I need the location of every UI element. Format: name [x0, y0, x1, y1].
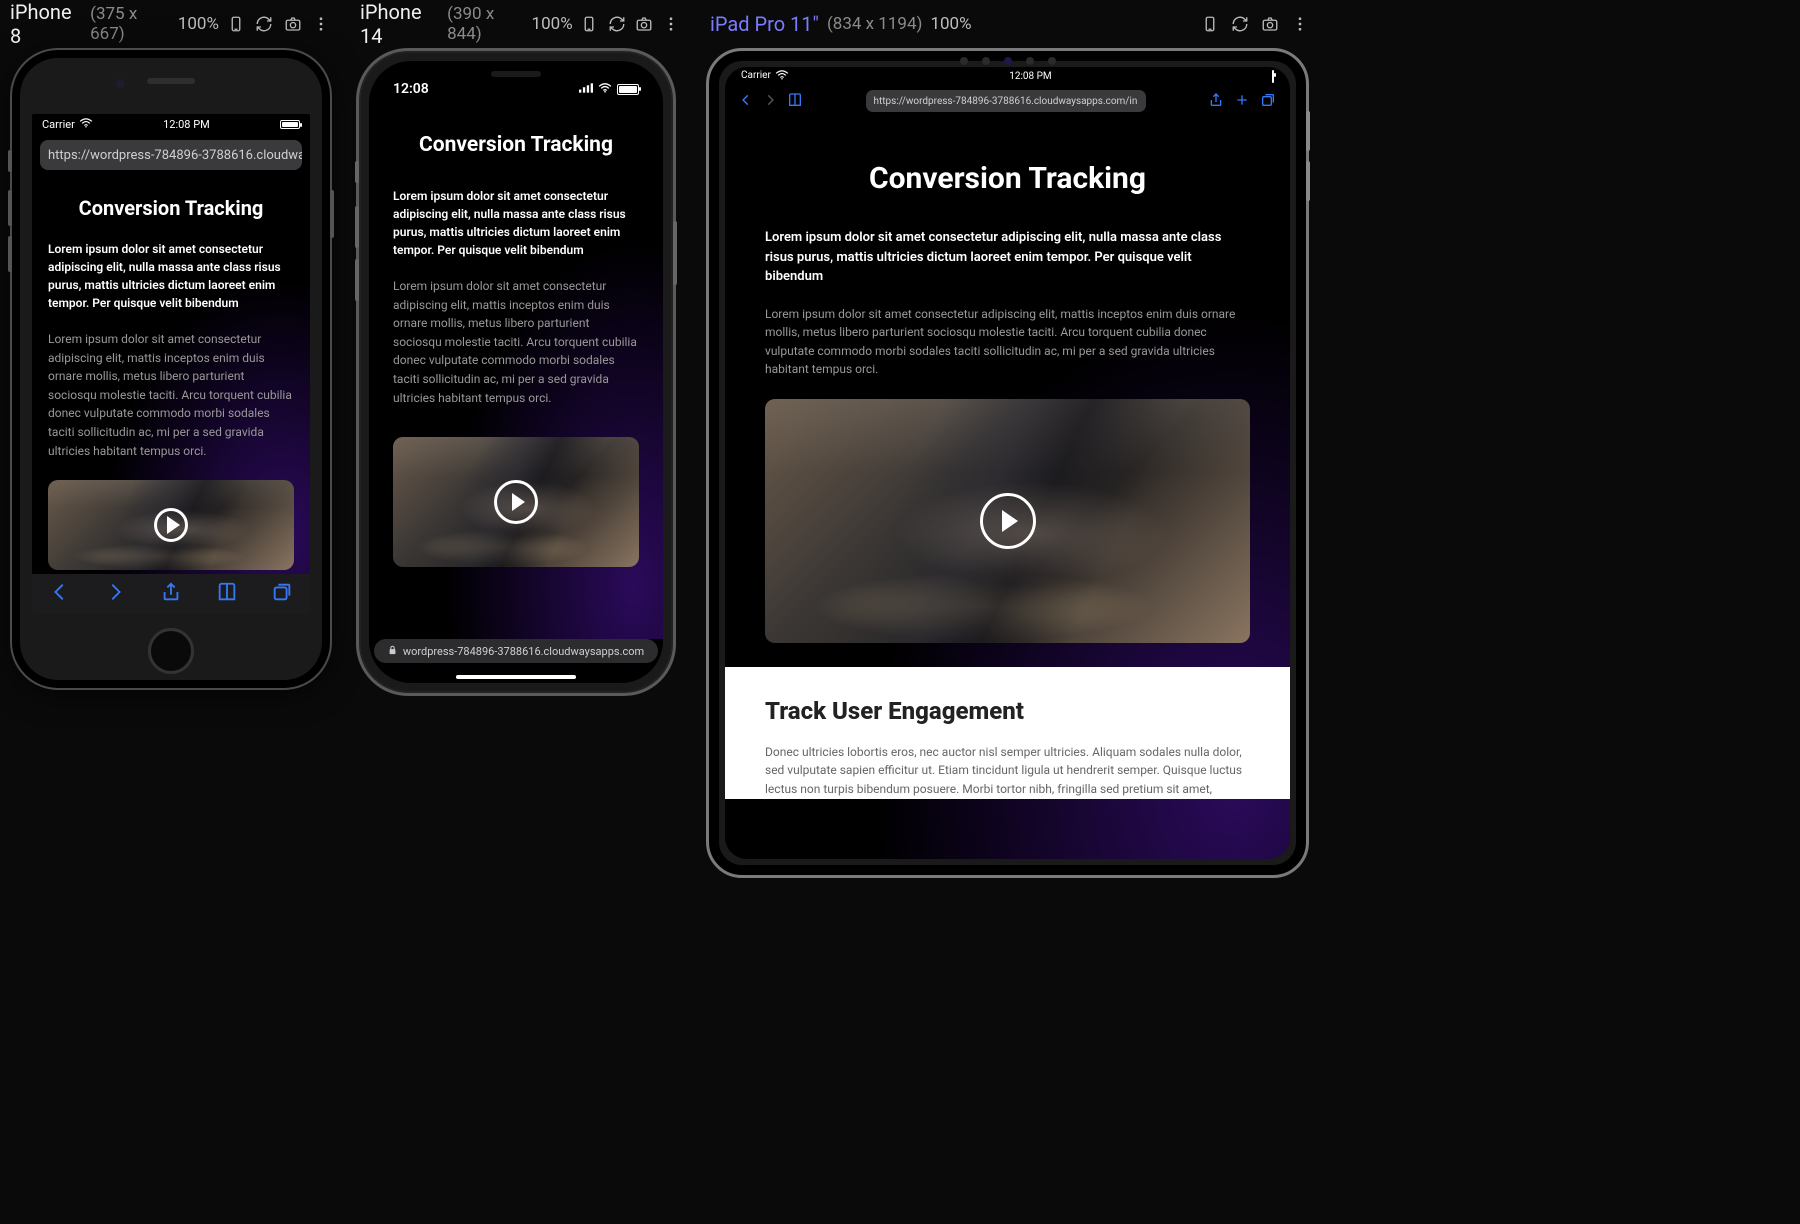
play-icon[interactable]	[980, 493, 1036, 549]
safari-bottom-bar: wordpress-784896-3788616.cloudwaysapps.c…	[369, 639, 663, 683]
share-icon[interactable]	[160, 581, 182, 607]
section-text: Donec ultricies lobortis eros, nec aucto…	[765, 743, 1250, 799]
page-title: Conversion Tracking	[48, 196, 294, 220]
device-zoom: 100%	[178, 14, 219, 34]
home-indicator[interactable]	[456, 675, 576, 679]
notch	[446, 61, 586, 91]
carrier-label: Carrier	[42, 118, 75, 131]
play-icon[interactable]	[154, 508, 188, 542]
iphone8-frame: Carrier 12:08 PM https://wordpress-78489…	[10, 48, 332, 690]
wifi-icon	[79, 118, 93, 131]
page-title: Conversion Tracking	[765, 161, 1250, 196]
body-text: Lorem ipsum dolor sit amet consectetur a…	[393, 277, 639, 407]
device-icon[interactable]	[579, 12, 600, 36]
camera-icon[interactable]	[1258, 12, 1282, 36]
tabs-icon[interactable]	[271, 581, 293, 607]
safari-toolbar	[32, 574, 310, 614]
clock: 12:08 PM	[1009, 71, 1051, 82]
tabs-icon[interactable]	[1260, 92, 1276, 111]
url-text: https://wordpress-784896-3788616.cloudwa…	[48, 148, 302, 163]
clock: 12:08 PM	[163, 118, 210, 131]
new-tab-icon[interactable]	[1234, 92, 1250, 111]
more-icon[interactable]	[1288, 12, 1312, 36]
url-text: https://wordpress-784896-3788616.cloudwa…	[874, 96, 1138, 107]
camera-icon[interactable]	[633, 12, 654, 36]
device-name: iPhone 14	[360, 0, 439, 48]
back-icon[interactable]	[49, 581, 71, 607]
ipad-screen: Carrier 12:08 PM https://wordpress-78489…	[725, 67, 1290, 859]
more-icon[interactable]	[661, 12, 682, 36]
status-bar: Carrier 12:08 PM	[32, 114, 310, 134]
body-text: Lorem ipsum dolor sit amet consectetur a…	[48, 330, 294, 460]
video-card[interactable]	[765, 399, 1250, 643]
forward-icon	[763, 93, 777, 110]
battery-icon	[617, 84, 639, 95]
iphone14-frame: 12:08 Conversion Tracking Lorem ipsum do…	[356, 48, 676, 696]
page-content[interactable]: Conversion Tracking Lorem ipsum dolor si…	[369, 101, 663, 639]
body-text: Lorem ipsum dolor sit amet consectetur a…	[765, 305, 1250, 379]
status-bar: Carrier 12:08 PM	[725, 67, 1290, 85]
carrier-label: Carrier	[741, 70, 771, 83]
pane-header-ipad: iPad Pro 11" (834 x 1194) 100%	[700, 0, 1320, 48]
device-name: iPhone 8	[10, 0, 82, 48]
lead-text: Lorem ipsum dolor sit amet consectetur a…	[393, 187, 639, 259]
iphone8-screen: Carrier 12:08 PM https://wordpress-78489…	[32, 114, 310, 614]
pane-header-iphone14: iPhone 14 (390 x 844) 100%	[350, 0, 690, 48]
device-dimensions: (390 x 844)	[447, 4, 523, 44]
device-icon[interactable]	[1198, 12, 1222, 36]
ipad-frame: Carrier 12:08 PM https://wordpress-78489…	[706, 48, 1309, 878]
back-icon[interactable]	[739, 93, 753, 110]
device-icon[interactable]	[225, 12, 247, 36]
wifi-icon	[775, 70, 789, 83]
lead-text: Lorem ipsum dolor sit amet consectetur a…	[765, 228, 1250, 287]
bookmarks-icon[interactable]	[216, 581, 238, 607]
device-zoom: 100%	[532, 14, 573, 34]
page-content[interactable]: Conversion Tracking Lorem ipsum dolor si…	[32, 174, 310, 574]
url-pill[interactable]: wordpress-784896-3788616.cloudwaysapps.c…	[374, 639, 658, 663]
home-button[interactable]	[148, 628, 194, 674]
bookmarks-icon[interactable]	[787, 92, 803, 111]
play-icon[interactable]	[494, 480, 538, 524]
lead-text: Lorem ipsum dolor sit amet consectetur a…	[48, 240, 294, 312]
section-title: Track User Engagement	[765, 697, 1250, 725]
battery-icon	[280, 120, 300, 129]
camera-array	[960, 57, 1056, 65]
device-zoom: 100%	[930, 14, 971, 34]
page-content[interactable]: Conversion Tracking Lorem ipsum dolor si…	[725, 117, 1290, 859]
url-domain: wordpress-784896-3788616.cloudwaysapps.c…	[403, 645, 644, 658]
device-name: iPad Pro 11"	[710, 12, 819, 36]
url-bar[interactable]: https://wordpress-784896-3788616.cloudwa…	[866, 90, 1146, 112]
video-card[interactable]	[48, 480, 294, 570]
lock-icon	[388, 645, 397, 658]
more-icon[interactable]	[310, 12, 332, 36]
share-icon[interactable]	[1208, 92, 1224, 111]
clock: 12:08	[393, 81, 429, 97]
video-card[interactable]	[393, 437, 639, 567]
battery-icon	[1272, 70, 1274, 83]
wifi-icon	[598, 81, 612, 97]
safari-toolbar: https://wordpress-784896-3788616.cloudwa…	[725, 85, 1290, 117]
device-dimensions: (375 x 667)	[90, 4, 170, 44]
device-dimensions: (834 x 1194)	[827, 14, 922, 34]
reload-icon[interactable]	[1228, 12, 1252, 36]
url-bar[interactable]: https://wordpress-784896-3788616.cloudwa…	[40, 140, 302, 170]
reload-icon[interactable]	[253, 12, 275, 36]
iphone14-screen: 12:08 Conversion Tracking Lorem ipsum do…	[369, 61, 663, 683]
pane-header-iphone8: iPhone 8 (375 x 667) 100%	[0, 0, 340, 48]
white-section: Track User Engagement Donec ultricies lo…	[725, 667, 1290, 799]
page-title: Conversion Tracking	[393, 133, 639, 157]
forward-icon[interactable]	[104, 581, 126, 607]
reload-icon[interactable]	[606, 12, 627, 36]
camera-icon[interactable]	[281, 12, 303, 36]
